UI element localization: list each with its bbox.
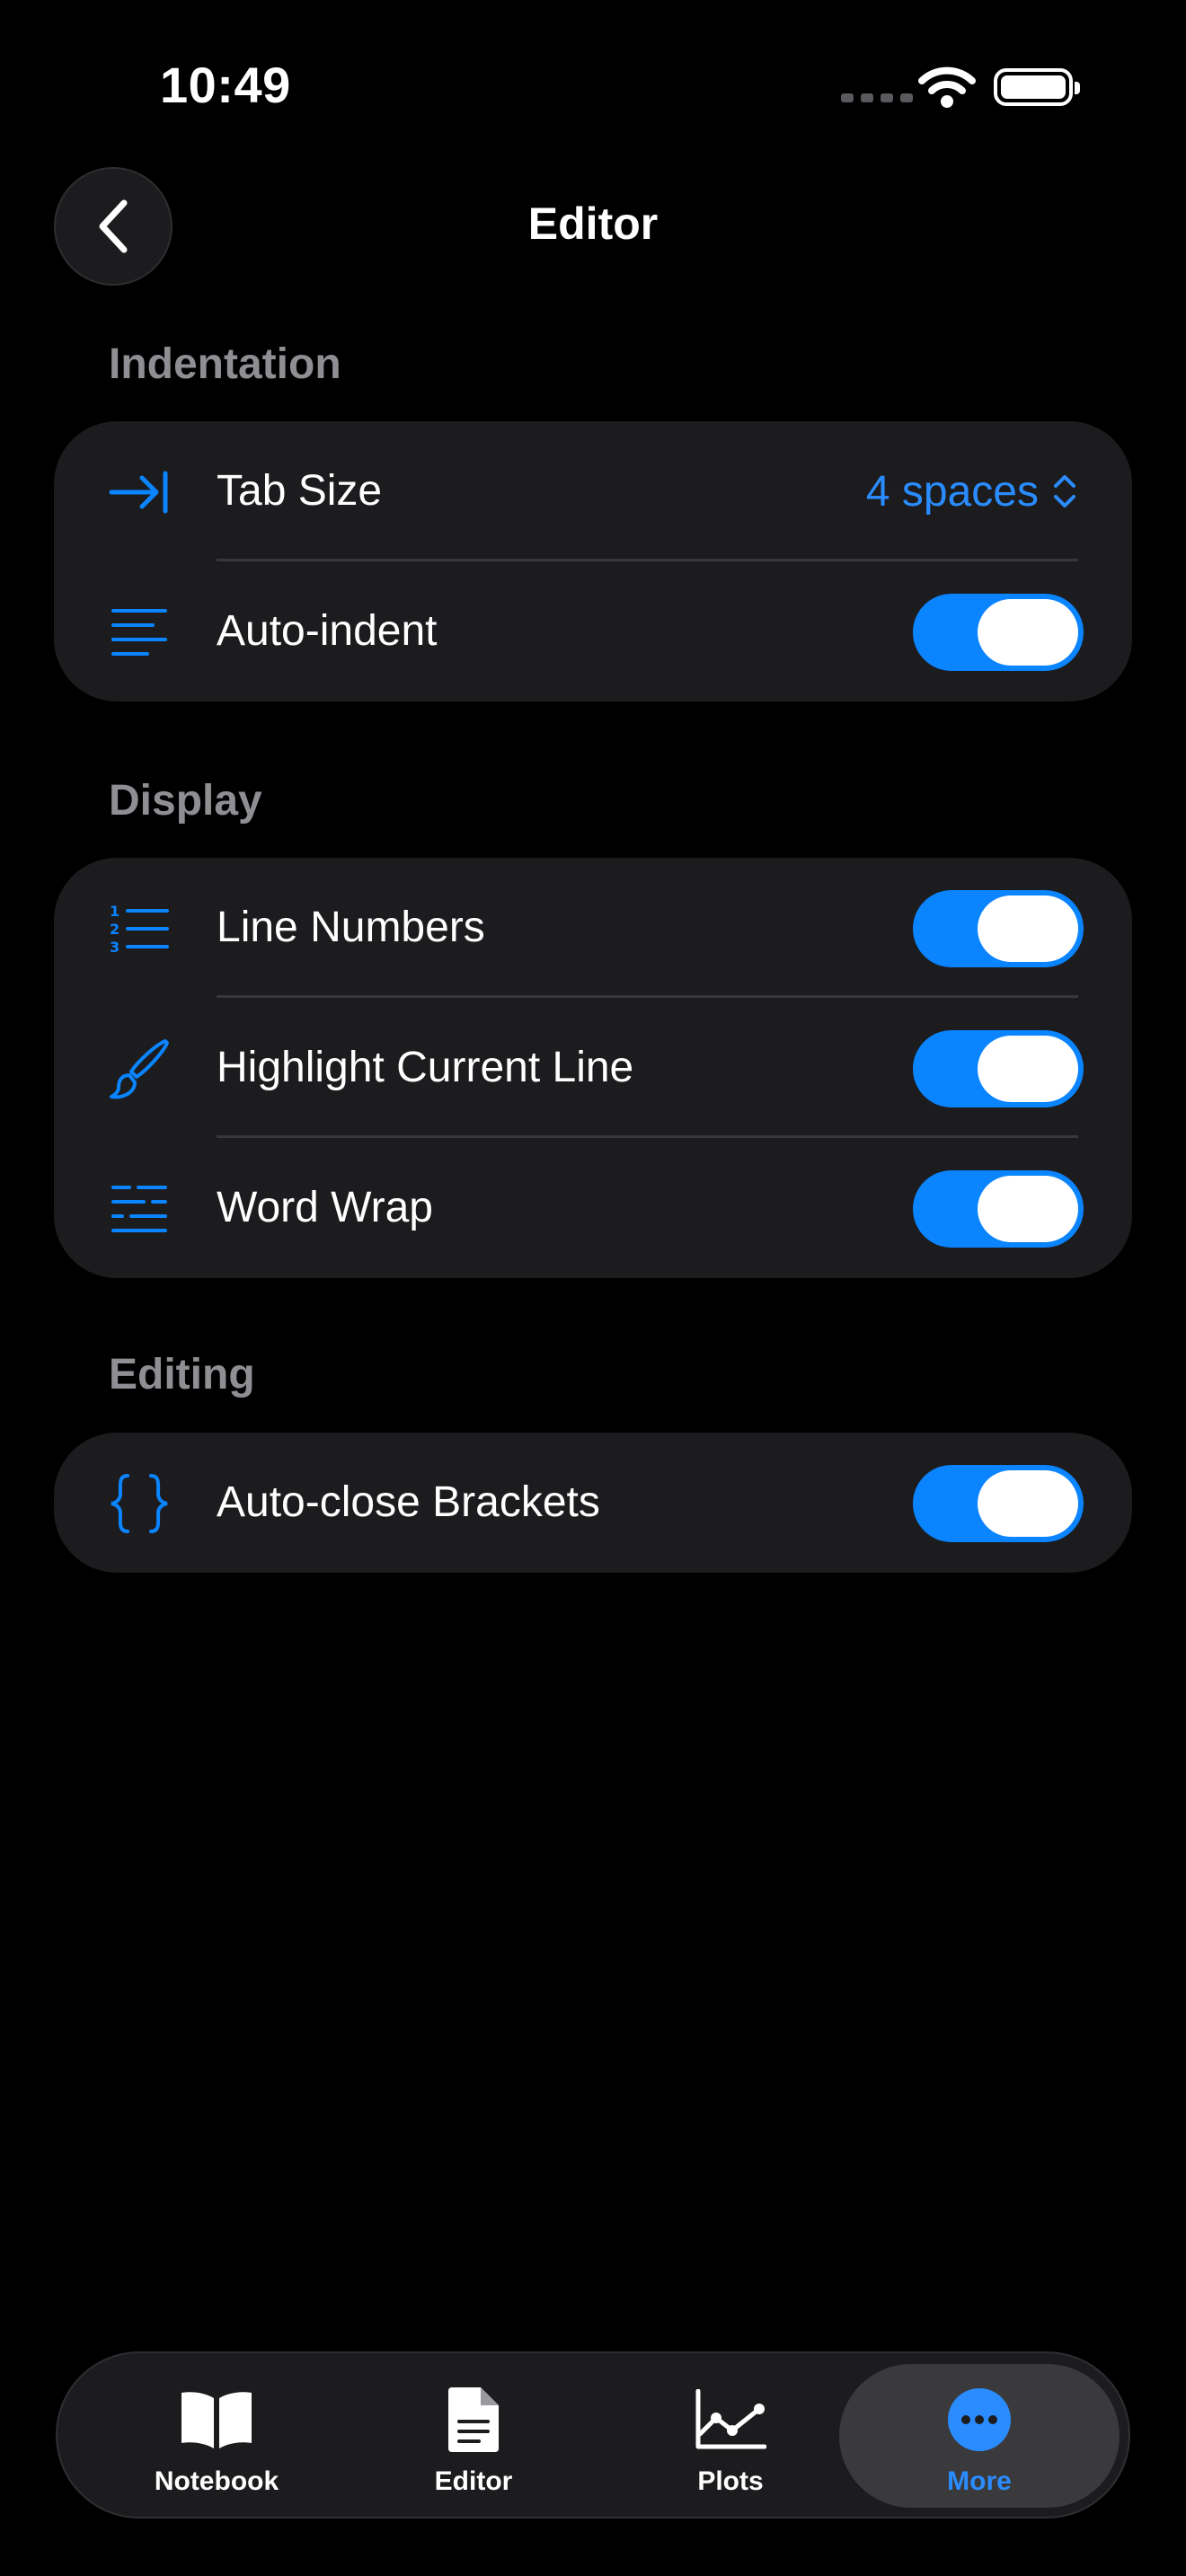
tab-label: Editor [434, 2466, 513, 2496]
ellipsis-circle-icon [947, 2384, 1012, 2456]
tab-editor[interactable]: Editor [343, 2353, 604, 2517]
tab-size-label: Tab Size [217, 467, 383, 515]
line-numbers-label: Line Numbers [217, 904, 485, 951]
display-card: 1 2 3 Line Numbers Highlight Current Lin… [54, 858, 1132, 1278]
word-wrap-icon [108, 1178, 171, 1240]
auto-indent-toggle[interactable] [913, 594, 1084, 671]
auto-close-brackets-toggle[interactable] [913, 1465, 1084, 1542]
tab-size-row[interactable]: Tab Size 4 spaces [54, 421, 1132, 561]
section-header-indentation: Indentation [109, 340, 341, 388]
svg-text:3: 3 [110, 939, 119, 956]
text-align-left-icon [108, 601, 171, 664]
curly-braces-icon [108, 1472, 171, 1535]
auto-indent-label: Auto-indent [217, 607, 438, 655]
chart-line-icon [695, 2384, 766, 2456]
tab-label: More [947, 2466, 1012, 2496]
book-icon [178, 2384, 255, 2456]
section-header-editing: Editing [109, 1351, 255, 1398]
tab-more[interactable]: More [839, 2364, 1120, 2508]
chevron-up-down-icon [1054, 475, 1075, 507]
word-wrap-label: Word Wrap [217, 1184, 433, 1231]
highlight-current-line-row: Highlight Current Line [54, 998, 1132, 1138]
highlight-current-line-toggle[interactable] [913, 1030, 1084, 1107]
tab-label: Notebook [154, 2466, 279, 2496]
document-icon [447, 2384, 500, 2456]
indent-arrow-icon [108, 461, 171, 524]
word-wrap-toggle[interactable] [913, 1170, 1084, 1248]
highlight-current-line-label: Highlight Current Line [217, 1044, 634, 1091]
line-numbers-row: 1 2 3 Line Numbers [54, 858, 1132, 998]
page-title: Editor [527, 198, 659, 249]
cellular-signal-icon [841, 93, 913, 102]
editing-card: Auto-close Brackets [54, 1433, 1132, 1573]
numbered-list-icon: 1 2 3 [108, 897, 171, 960]
tab-label: Plots [697, 2466, 764, 2496]
word-wrap-row: Word Wrap [54, 1138, 1132, 1278]
paintbrush-icon [108, 1037, 171, 1100]
status-time: 10:49 [160, 57, 291, 113]
wifi-icon [918, 66, 976, 108]
tab-bar: Notebook Editor Plots More [56, 2351, 1130, 2519]
tab-notebook[interactable]: Notebook [86, 2353, 347, 2517]
auto-close-brackets-row: Auto-close Brackets [54, 1433, 1132, 1573]
line-numbers-toggle[interactable] [913, 890, 1084, 967]
tab-size-value: 4 spaces [865, 467, 1039, 516]
auto-close-brackets-label: Auto-close Brackets [217, 1478, 600, 1526]
battery-icon [994, 68, 1080, 106]
indentation-card: Tab Size 4 spaces Auto-indent [54, 421, 1132, 701]
tab-plots[interactable]: Plots [600, 2353, 861, 2517]
section-header-display: Display [109, 777, 262, 825]
svg-text:2: 2 [110, 921, 119, 938]
svg-text:1: 1 [110, 903, 119, 920]
tab-size-picker[interactable]: 4 spaces [866, 421, 1078, 561]
screen: 10:49 Editor Indentation Tab Size 4 spac… [0, 0, 1186, 2576]
auto-indent-row: Auto-indent [54, 561, 1132, 701]
